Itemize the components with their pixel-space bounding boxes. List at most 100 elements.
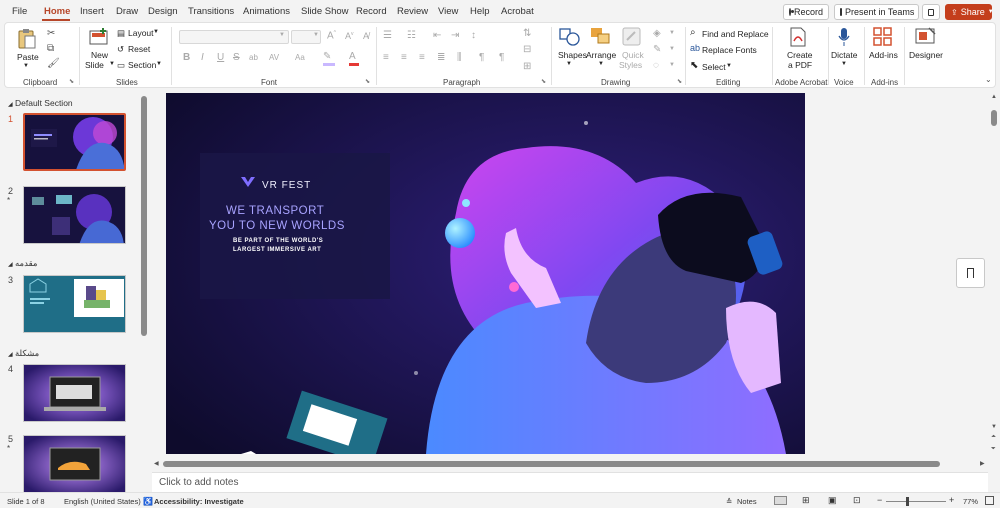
designer-icon[interactable] — [915, 27, 937, 47]
numbering-icon[interactable]: ☷ — [407, 30, 416, 41]
tab-review[interactable]: Review — [397, 6, 428, 17]
notes-pane[interactable]: Click to add notes — [152, 472, 988, 492]
slide-thumbnail-4[interactable] — [23, 364, 126, 422]
bold-button[interactable]: B — [183, 52, 190, 63]
smartart-icon[interactable]: ⊞ — [523, 61, 531, 72]
tab-draw[interactable]: Draw — [116, 6, 138, 17]
chevron-down-icon[interactable]: ▼ — [23, 63, 29, 69]
present-in-teams-button[interactable]: Present in Teams — [834, 4, 919, 20]
paste-label[interactable]: Paste — [17, 52, 39, 62]
increase-font-icon[interactable]: A^ — [327, 30, 336, 41]
layout-icon[interactable]: ▤ — [117, 28, 125, 39]
tab-home[interactable]: Home — [44, 6, 70, 17]
accessibility-status[interactable]: Accessibility: Investigate — [154, 497, 244, 506]
previous-slide-icon[interactable]: ⏶ — [991, 434, 996, 441]
layout-button[interactable]: Layout — [128, 28, 154, 38]
cut-icon[interactable]: ✂ — [47, 28, 55, 39]
find-and-replace-button[interactable]: Find and Replace — [702, 29, 769, 39]
copy-icon[interactable]: ⧉ — [47, 43, 54, 54]
new-slide-label[interactable]: New — [91, 50, 108, 60]
chevron-down-icon[interactable]: ▼ — [313, 32, 319, 38]
select-button[interactable]: Select — [702, 62, 726, 72]
designer-pane-toggle[interactable] — [956, 258, 985, 288]
chevron-down-icon[interactable]: ▼ — [841, 61, 847, 67]
ltr-icon[interactable]: ¶ — [499, 52, 504, 63]
slide-thumbnail-5[interactable] — [23, 435, 126, 493]
zoom-in-icon[interactable]: + — [949, 495, 954, 505]
rtl-icon[interactable]: ¶ — [479, 52, 484, 63]
comments-button[interactable] — [922, 4, 940, 20]
zoom-slider-handle[interactable] — [906, 497, 909, 506]
align-center-icon[interactable]: ≡ — [401, 52, 407, 63]
shape-effects-icon[interactable]: ◌ — [653, 60, 659, 71]
justify-icon[interactable]: ≣ — [437, 52, 445, 63]
next-slide-icon[interactable]: ⏷ — [991, 446, 996, 453]
notes-placeholder[interactable]: Click to add notes — [159, 477, 239, 488]
normal-view-icon[interactable] — [774, 496, 787, 505]
align-text-icon[interactable]: ⊟ — [523, 44, 531, 55]
shape-outline-icon[interactable]: ✎ — [653, 44, 661, 55]
dialog-launcher-icon[interactable]: ⬊ — [541, 78, 546, 85]
create-pdf-icon[interactable] — [789, 27, 807, 47]
chevron-down-icon[interactable]: ▼ — [669, 62, 675, 68]
quick-styles-label-2[interactable]: Styles — [619, 60, 642, 70]
accessibility-icon[interactable]: ♿ — [143, 497, 153, 506]
arrange-icon[interactable] — [590, 27, 612, 47]
arrange-label[interactable]: Arrange — [586, 50, 616, 60]
section-icon[interactable]: ▭ — [117, 60, 125, 71]
current-slide[interactable]: VR FEST WE TRANSPORT YOU TO NEW WORLDS B… — [166, 93, 805, 454]
tab-insert[interactable]: Insert — [80, 6, 104, 17]
reading-view-icon[interactable]: ▣ — [828, 495, 837, 506]
slide-thumbnail-1[interactable] — [23, 113, 126, 171]
share-button[interactable]: ⇪ Share ▼ — [945, 4, 994, 20]
create-pdf-label[interactable]: Create — [787, 50, 813, 60]
character-spacing-button[interactable]: AV — [269, 53, 279, 62]
scroll-thumb[interactable] — [991, 110, 997, 126]
columns-icon[interactable]: ⫼ — [457, 52, 462, 63]
reset-icon[interactable]: ↺ — [117, 44, 124, 55]
increase-indent-icon[interactable]: ⇥ — [451, 30, 459, 41]
font-color-button[interactable]: A — [349, 51, 356, 62]
decrease-indent-icon[interactable]: ⇤ — [433, 30, 441, 41]
create-pdf-label-2[interactable]: a PDF — [788, 60, 812, 70]
section-button[interactable]: Section — [128, 60, 156, 70]
scroll-up-icon[interactable]: ▲ — [991, 94, 997, 100]
dialog-launcher-icon[interactable]: ⬊ — [69, 78, 74, 85]
dialog-launcher-icon[interactable]: ⬊ — [365, 78, 370, 85]
align-left-icon[interactable]: ≡ — [383, 52, 389, 63]
slide-thumbnail-3[interactable] — [23, 275, 126, 333]
find-icon[interactable]: ⌕ — [690, 27, 696, 38]
chevron-down-icon[interactable]: ▼ — [566, 61, 572, 67]
highlight-color-icon[interactable]: ✎ — [323, 51, 331, 62]
dialog-launcher-icon[interactable]: ⬊ — [677, 78, 682, 85]
bullets-icon[interactable]: ☰ — [383, 30, 392, 41]
quick-styles-label[interactable]: Quick — [622, 50, 644, 60]
underline-button[interactable]: U — [217, 52, 224, 63]
select-icon[interactable]: ⬉ — [690, 60, 698, 71]
chevron-down-icon[interactable]: ▼ — [669, 30, 675, 36]
slideshow-icon[interactable]: ⊡ — [853, 495, 861, 506]
chevron-down-icon[interactable]: ▼ — [669, 46, 675, 52]
tab-view[interactable]: View — [438, 6, 458, 17]
addins-label[interactable]: Add-ins — [869, 50, 898, 60]
shapes-icon[interactable] — [559, 27, 581, 47]
section-header[interactable]: ◢ Default Section — [8, 98, 73, 108]
tab-acrobat[interactable]: Acrobat — [501, 6, 534, 17]
zoom-slider[interactable] — [886, 501, 946, 502]
addins-icon[interactable] — [873, 27, 893, 47]
slide-thumbnail-2[interactable] — [23, 186, 126, 244]
notes-toggle[interactable]: Notes — [737, 497, 757, 506]
chevron-down-icon[interactable]: ▼ — [153, 29, 159, 35]
tab-slide-show[interactable]: Slide Show — [301, 6, 349, 17]
chevron-down-icon[interactable]: ▼ — [156, 61, 162, 67]
clear-formatting-icon[interactable]: A̸ — [363, 31, 369, 41]
chevron-down-icon[interactable]: ▼ — [279, 32, 285, 38]
shape-fill-icon[interactable]: ◈ — [653, 28, 661, 39]
slide-vertical-scrollbar[interactable]: ▲ ▼ ⏶ ⏷ — [988, 90, 1000, 470]
record-button[interactable]: Record — [783, 4, 829, 20]
zoom-level[interactable]: 77% — [963, 497, 978, 506]
microphone-icon[interactable] — [837, 27, 851, 47]
scroll-left-icon[interactable]: ◀ — [154, 460, 159, 467]
tab-transitions[interactable]: Transitions — [188, 6, 234, 17]
shapes-label[interactable]: Shapes — [558, 50, 587, 60]
